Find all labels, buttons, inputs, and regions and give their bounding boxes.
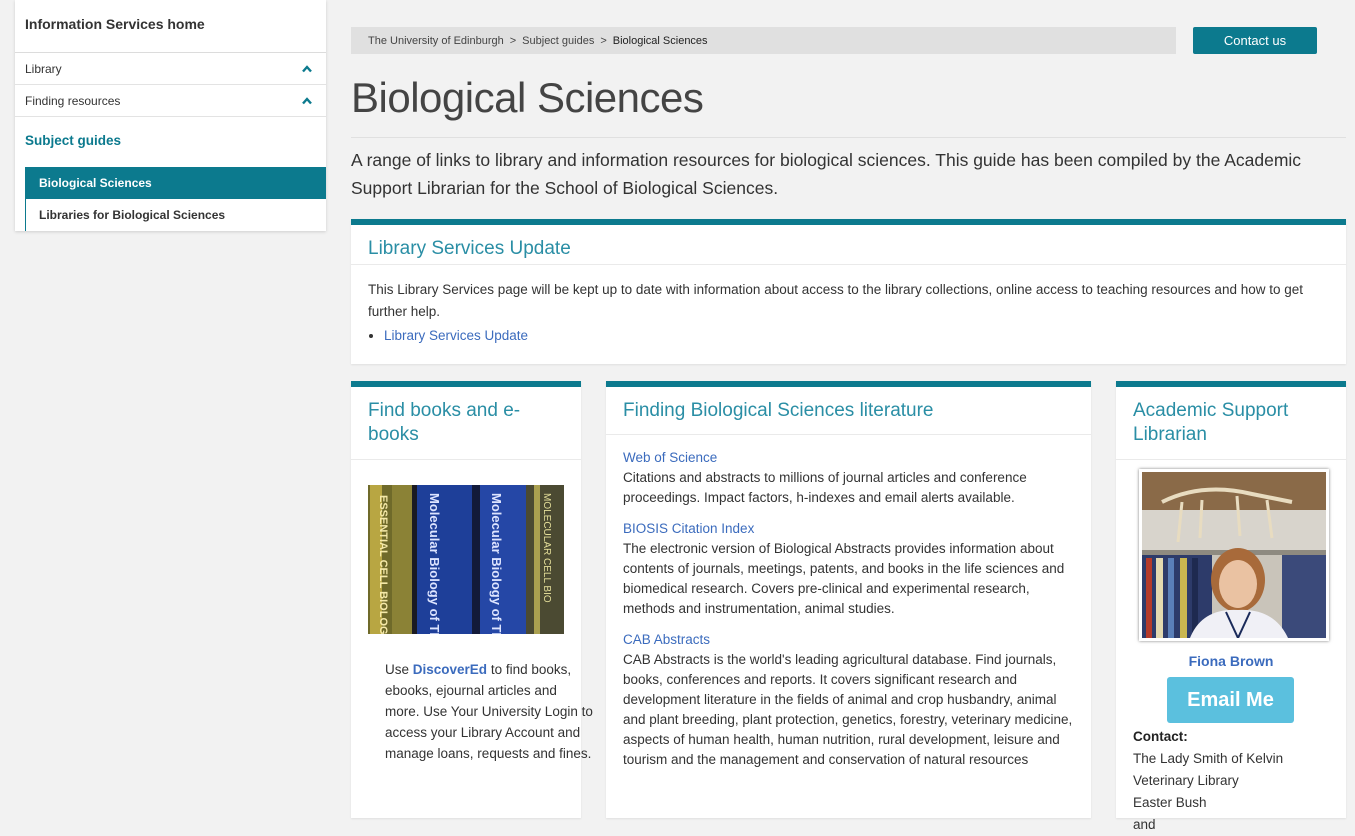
chevron-up-icon[interactable] xyxy=(302,96,312,106)
breadcrumb: The University of Edinburgh > Subject gu… xyxy=(351,27,1176,54)
breadcrumb-separator: > xyxy=(600,34,607,47)
finding-literature-panel: Finding Biological Sciences literature W… xyxy=(606,381,1091,818)
sidebar-menu: Information Services home Library Findin… xyxy=(15,0,326,231)
sidebar-item-biological-sciences[interactable]: Biological Sciences xyxy=(26,167,326,199)
panel-heading: Academic Support Librarian xyxy=(1133,400,1289,445)
sidebar-item-label: Library xyxy=(25,61,62,76)
main-content: The University of Edinburgh > Subject gu… xyxy=(326,0,1355,832)
books-text-prefix: Use xyxy=(385,662,413,677)
book-spine-2: Molecular Biology of THE CELL xyxy=(427,493,442,634)
biosis-citation-index-link[interactable]: BIOSIS Citation Index xyxy=(623,519,1074,539)
academic-support-librarian-panel: Academic Support Librarian Fiona Brown E… xyxy=(1116,381,1346,832)
breadcrumb-link-university[interactable]: The University of Edinburgh xyxy=(368,35,504,47)
contact-line: and xyxy=(1133,817,1156,832)
books-photo: ESSENTIAL CELL BIOLOGY Molecular Biology… xyxy=(368,485,564,634)
panel-heading: Finding Biological Sciences literature xyxy=(623,400,934,421)
title-divider xyxy=(351,137,1346,138)
breadcrumb-current: Biological Sciences xyxy=(612,34,708,47)
sidebar: Information Services home Library Findin… xyxy=(0,0,326,818)
resource-description: The electronic version of Biological Abs… xyxy=(623,541,1065,616)
contact-us-button[interactable]: Contact us xyxy=(1193,27,1317,54)
librarian-photo xyxy=(1139,469,1329,641)
sidebar-home-link[interactable]: Information Services home xyxy=(15,0,326,53)
book-spine-3: Molecular Biology of THE CELL xyxy=(489,493,504,634)
panel-heading: Find books and e-books xyxy=(368,400,521,445)
cab-abstracts-link[interactable]: CAB Abstracts xyxy=(623,630,1074,650)
page-title: Biological Sciences xyxy=(351,74,704,121)
sidebar-item-finding-resources[interactable]: Finding resources xyxy=(15,85,326,117)
panel-divider xyxy=(351,459,581,460)
contact-line: Veterinary Library xyxy=(1133,773,1239,788)
library-services-update-link[interactable]: Library Services Update xyxy=(384,328,528,343)
list-item: CAB Abstracts CAB Abstracts is the world… xyxy=(623,630,1074,770)
book-spine-1: ESSENTIAL CELL BIOLOGY xyxy=(377,495,389,634)
contact-address: The Lady Smith of Kelvin Veterinary Libr… xyxy=(1133,748,1338,836)
panel-heading: Library Services Update xyxy=(368,238,571,259)
resource-description: Citations and abstracts to millions of j… xyxy=(623,470,1027,505)
list-item: Library Services Update xyxy=(384,325,1329,347)
book-spine-4: MOLECULAR CELL BIO xyxy=(541,493,552,603)
contact-line: The Lady Smith of Kelvin xyxy=(1133,751,1284,766)
page-intro: A range of links to library and informat… xyxy=(351,150,1302,198)
contact-line: Easter Bush xyxy=(1133,795,1207,810)
chevron-up-icon[interactable] xyxy=(302,64,312,74)
books-description: Use DiscoverEd to find books, ebooks, ej… xyxy=(385,659,595,764)
panel-body: Web of Science Citations and abstracts t… xyxy=(606,435,1091,770)
update-link-list: Library Services Update xyxy=(368,325,1329,347)
panel-body: This Library Services page will be kept … xyxy=(351,265,1346,347)
web-of-science-link[interactable]: Web of Science xyxy=(623,448,1074,468)
library-services-update-panel: Library Services Update This Library Ser… xyxy=(351,219,1346,364)
contact-label: Contact: xyxy=(1133,729,1188,744)
sidebar-item-label: Finding resources xyxy=(25,93,121,108)
panel-divider xyxy=(1116,459,1346,460)
discovered-link[interactable]: DiscoverEd xyxy=(413,662,487,677)
update-text: This Library Services page will be kept … xyxy=(368,282,1304,319)
resource-description: CAB Abstracts is the world's leading agr… xyxy=(623,652,1073,767)
sidebar-subnav: Biological Sciences Libraries for Biolog… xyxy=(25,167,326,231)
list-item: Web of Science Citations and abstracts t… xyxy=(623,448,1074,508)
sidebar-item-library[interactable]: Library xyxy=(15,53,326,85)
librarian-name-link[interactable]: Fiona Brown xyxy=(1116,653,1346,669)
breadcrumb-separator: > xyxy=(509,34,517,47)
find-books-panel: Find books and e-books ESSENTIAL CELL BI… xyxy=(351,381,593,818)
breadcrumb-link-subject-guides[interactable]: Subject guides xyxy=(522,35,594,47)
list-item: BIOSIS Citation Index The electronic ver… xyxy=(623,519,1074,619)
email-me-button[interactable]: Email Me xyxy=(1167,677,1294,723)
sidebar-item-libraries-for-biological-sciences[interactable]: Libraries for Biological Sciences xyxy=(26,199,326,231)
sidebar-item-subject-guides[interactable]: Subject guides xyxy=(15,117,326,167)
